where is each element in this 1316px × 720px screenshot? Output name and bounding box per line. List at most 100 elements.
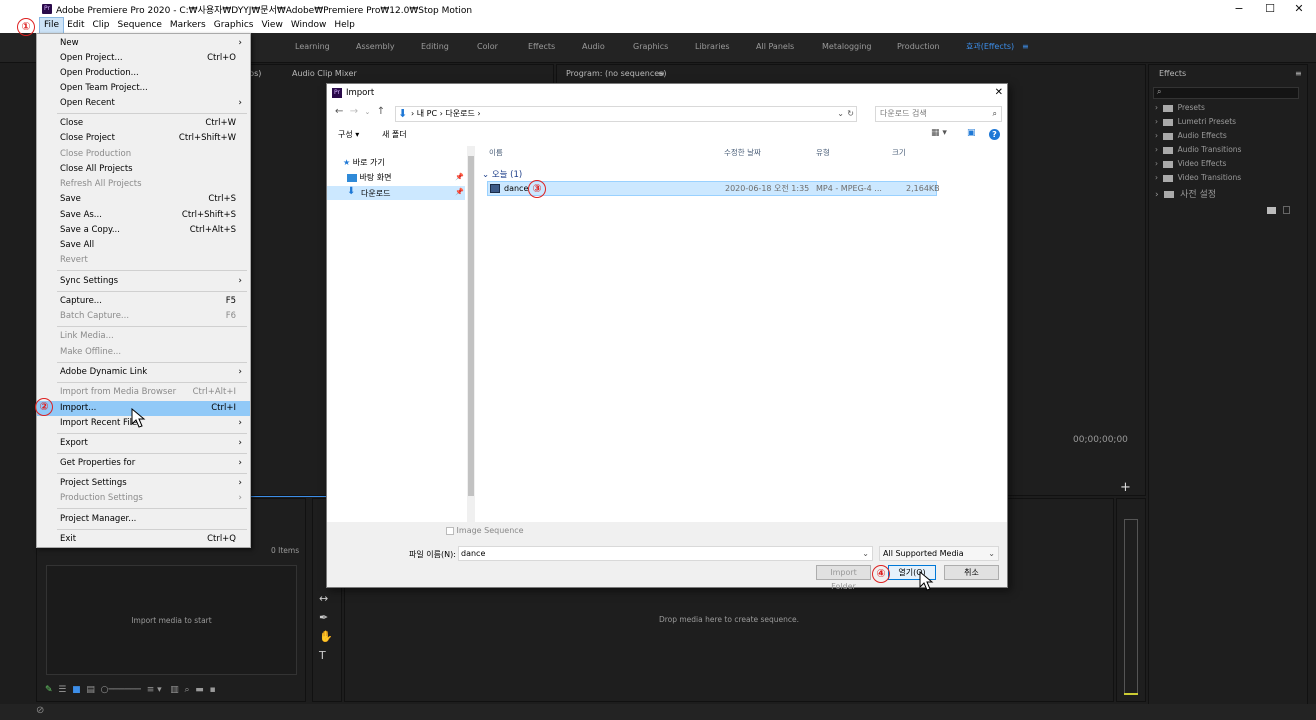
workspace-menu-icon[interactable]: ≡ <box>1022 33 1029 61</box>
program-menu-icon[interactable]: ≡ <box>658 69 665 78</box>
effects-search-input[interactable]: ⌕ <box>1153 87 1299 99</box>
workspace-graphics[interactable]: Graphics <box>633 33 668 61</box>
new-bin-icon[interactable] <box>1267 207 1276 214</box>
workspace-audio[interactable]: Audio <box>582 33 605 61</box>
workspace-effects[interactable]: Effects <box>528 33 555 61</box>
cancel-button[interactable]: 취소 <box>944 565 999 580</box>
menu-item-new[interactable]: New › <box>37 36 250 51</box>
nav-downloads-selected[interactable]: ⬇ 다운로드 📌 <box>327 186 465 200</box>
import-folder-button[interactable]: Import Folder <box>816 565 871 591</box>
project-drop-area[interactable]: Import media to start <box>46 565 297 675</box>
menu-markers[interactable]: Markers <box>166 18 210 33</box>
effects-item[interactable]: › Lumetri Presets <box>1155 117 1295 131</box>
column-size[interactable]: 크기 <box>892 147 906 158</box>
column-date[interactable]: 수정한 날짜 <box>724 147 761 158</box>
minimize-button[interactable]: − <box>1222 0 1256 18</box>
type-tool-icon[interactable]: T <box>319 646 333 665</box>
pen-tool-icon[interactable]: ✒ <box>319 608 333 627</box>
menu-item-save-all[interactable]: Save All <box>37 238 250 253</box>
zoom-slider-icon[interactable]: ○────── <box>101 685 141 695</box>
forward-arrow-icon[interactable]: → <box>350 106 358 117</box>
menu-clip[interactable]: Clip <box>89 18 114 33</box>
menu-item-close-all-projects[interactable]: Close All Projects <box>37 162 250 177</box>
column-type[interactable]: 유형 <box>816 147 830 158</box>
workspace-color[interactable]: Color <box>477 33 498 61</box>
close-window-button[interactable]: ✕ <box>1282 0 1316 18</box>
new-item-icon[interactable]: ▪ <box>210 685 216 695</box>
new-folder-button[interactable]: 새 폴더 <box>382 129 407 140</box>
sort-icon[interactable]: ≡ ▾ <box>147 685 162 695</box>
workspace-production[interactable]: Production <box>897 33 940 61</box>
effects-tab[interactable]: Effects <box>1159 69 1186 78</box>
menu-item-get-properties[interactable]: Get Properties for › <box>37 456 250 471</box>
pencil-icon[interactable]: ✎ <box>45 685 53 695</box>
menu-file[interactable]: File <box>38 17 65 34</box>
workspace-effects-active[interactable]: 효과(Effects) <box>966 33 1014 61</box>
menu-edit[interactable]: Edit <box>63 18 88 33</box>
breadcrumb-downloads[interactable]: 다운로드 <box>445 109 474 118</box>
effects-item[interactable]: › Audio Effects <box>1155 131 1295 145</box>
back-arrow-icon[interactable]: ← <box>335 106 343 117</box>
filename-input[interactable]: dance ⌄ <box>458 546 873 561</box>
audio-clip-mixer-tab[interactable]: Audio Clip Mixer <box>292 69 357 78</box>
filter-dropdown-icon[interactable]: ⌄ <box>988 547 995 561</box>
icon-view-icon[interactable]: ■ <box>72 685 81 695</box>
menu-item-project-settings[interactable]: Project Settings › <box>37 476 250 491</box>
workspace-assembly[interactable]: Assembly <box>356 33 395 61</box>
menu-item-export[interactable]: Export › <box>37 436 250 451</box>
effects-menu-icon[interactable]: ≡ <box>1295 69 1302 78</box>
menu-item-close[interactable]: Close Ctrl+W <box>37 116 250 131</box>
menu-item-save-a-copy[interactable]: Save a Copy... Ctrl+Alt+S <box>37 223 250 238</box>
new-bin-icon[interactable]: ▬ <box>195 685 204 695</box>
organize-button[interactable]: 구성 ▾ <box>338 129 359 140</box>
slip-tool-icon[interactable]: ↔ <box>319 589 333 608</box>
menu-item-sync-settings[interactable]: Sync Settings › <box>37 274 250 289</box>
program-tab[interactable]: Program: (no sequences) <box>566 69 666 78</box>
menu-item-open-recent[interactable]: Open Recent › <box>37 96 250 111</box>
column-name[interactable]: 이름 <box>489 147 503 158</box>
menu-sequence[interactable]: Sequence <box>114 18 166 33</box>
group-header-today[interactable]: ⌄ 오늘 (1) <box>482 168 522 180</box>
preview-pane-icon[interactable]: ▣ <box>967 128 976 138</box>
recent-dropdown-icon[interactable]: ⌄ <box>365 108 371 116</box>
effects-item[interactable]: › Presets <box>1155 103 1295 117</box>
menu-window[interactable]: Window <box>287 18 331 33</box>
file-row-dance[interactable]: dance 2020-06-18 오전 1:35 MP4 - MPEG-4 ..… <box>487 181 940 196</box>
address-bar[interactable]: ⬇ › 내 PC › 다운로드 › ⌄ ↻ <box>395 106 857 122</box>
menu-item-save[interactable]: Save Ctrl+S <box>37 192 250 207</box>
menu-item-project-manager[interactable]: Project Manager... <box>37 512 250 527</box>
menu-item-exit[interactable]: Exit Ctrl+Q <box>37 532 250 547</box>
workspace-learning[interactable]: Learning <box>295 33 330 61</box>
image-sequence-checkbox[interactable]: Image Sequence <box>446 526 524 535</box>
list-view-icon[interactable]: ☰ <box>58 685 66 695</box>
search-downloads-input[interactable]: 다운로드 검색 ⌕ <box>875 106 1002 122</box>
nav-scrollbar[interactable] <box>467 146 475 522</box>
up-arrow-icon[interactable]: ↑ <box>377 106 385 117</box>
hand-tool-icon[interactable]: ✋ <box>319 627 333 646</box>
menu-graphics[interactable]: Graphics <box>210 18 258 33</box>
menu-item-adobe-dynamic-link[interactable]: Adobe Dynamic Link › <box>37 365 250 380</box>
help-icon[interactable]: ? <box>989 129 1000 140</box>
address-dropdown-icon[interactable]: ⌄ <box>837 107 844 121</box>
automate-icon[interactable]: ▥ <box>170 685 179 695</box>
menu-item-open-project[interactable]: Open Project... Ctrl+O <box>37 51 250 66</box>
menu-item-save-as[interactable]: Save As... Ctrl+Shift+S <box>37 208 250 223</box>
menu-help[interactable]: Help <box>330 18 359 33</box>
filename-dropdown-icon[interactable]: ⌄ <box>862 547 869 561</box>
workspace-libraries[interactable]: Libraries <box>695 33 730 61</box>
find-icon[interactable]: ⌕ <box>184 685 189 695</box>
nav-desktop[interactable]: 바탕 화면 <box>347 172 392 183</box>
scrollbar-thumb[interactable] <box>468 156 474 496</box>
dialog-close-button[interactable]: ✕ <box>995 84 1003 102</box>
breadcrumb-pc[interactable]: 내 PC <box>417 109 437 118</box>
trash-icon[interactable] <box>1283 206 1290 214</box>
effects-item[interactable]: › 사전 설정 <box>1155 187 1295 201</box>
file-type-filter[interactable]: All Supported Media ⌄ <box>879 546 999 561</box>
refresh-icon[interactable]: ↻ <box>847 107 854 121</box>
add-button-icon[interactable]: + <box>1120 480 1131 495</box>
effects-item[interactable]: › Video Effects <box>1155 159 1295 173</box>
nav-quick-access[interactable]: ★ 바로 가기 <box>343 157 385 168</box>
workspace-editing[interactable]: Editing <box>421 33 449 61</box>
effects-item[interactable]: › Audio Transitions <box>1155 145 1295 159</box>
workspace-metalogging[interactable]: Metalogging <box>822 33 872 61</box>
